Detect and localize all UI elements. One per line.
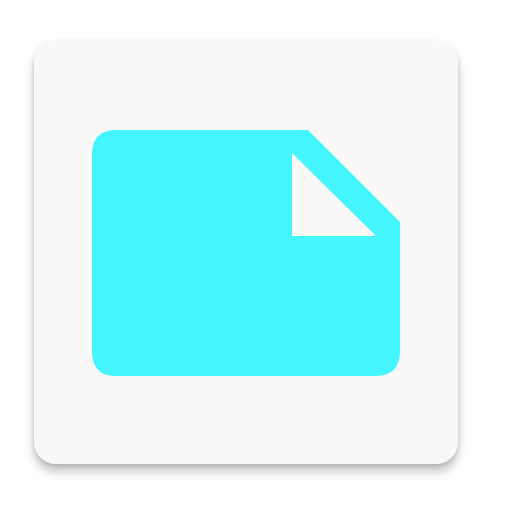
app-icon-tile[interactable] <box>34 40 458 464</box>
document-icon <box>34 40 458 464</box>
app-icon-canvas <box>0 0 512 512</box>
